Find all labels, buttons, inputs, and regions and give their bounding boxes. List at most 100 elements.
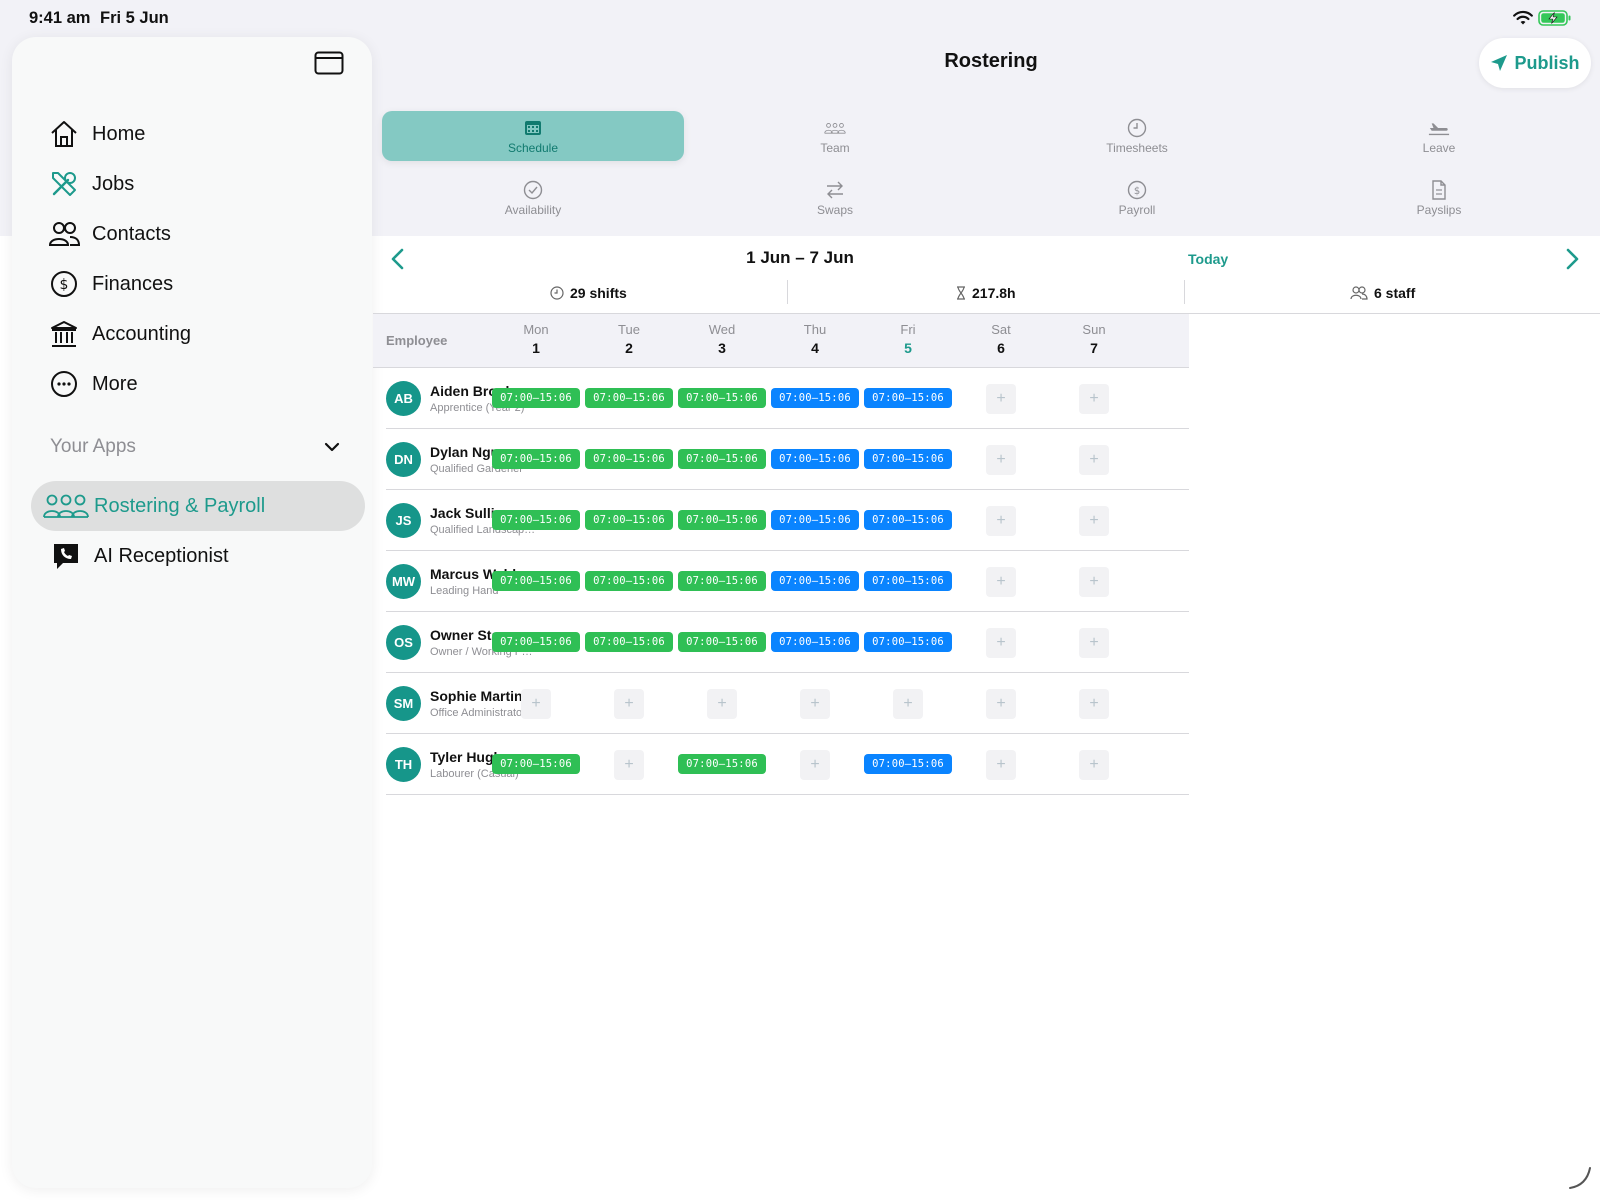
add-shift-button[interactable]: + [707, 689, 737, 719]
add-shift-button[interactable]: + [1079, 567, 1109, 597]
add-shift-button[interactable]: + [986, 628, 1016, 658]
add-shift-button[interactable]: + [1079, 384, 1109, 414]
add-shift-button[interactable]: + [986, 689, 1016, 719]
tab-swaps[interactable]: Swaps [684, 173, 986, 223]
shift-chip[interactable]: 07:00–15:06 [771, 632, 859, 652]
svg-text:$: $ [1134, 186, 1140, 197]
add-shift-button[interactable]: + [893, 689, 923, 719]
avatar[interactable]: MW [386, 564, 421, 599]
employee-name: Sophie Martin [430, 688, 523, 704]
tab-schedule[interactable]: Schedule [382, 111, 684, 161]
sidebar-item-contacts[interactable]: Contacts [48, 212, 171, 256]
shift-chip[interactable]: 07:00–15:06 [678, 449, 766, 469]
shift-chip[interactable]: 07:00–15:06 [864, 510, 952, 530]
shift-chip[interactable]: 07:00–15:06 [585, 388, 673, 408]
staff-count: 6 staff [1374, 285, 1416, 301]
app-item-label: AI Receptionist [94, 544, 229, 567]
app-item-rostering-payroll[interactable]: Rostering & Payroll [42, 484, 265, 528]
sidebar-toggle-icon[interactable] [314, 51, 344, 75]
avatar[interactable]: DN [386, 442, 421, 477]
shift-chip[interactable]: 07:00–15:06 [492, 632, 580, 652]
check-circle-icon [522, 180, 544, 200]
tab-leave[interactable]: Leave [1288, 111, 1590, 161]
shift-chip[interactable]: 07:00–15:06 [771, 388, 859, 408]
publish-button[interactable]: Publish [1479, 38, 1591, 88]
shift-chip[interactable]: 07:00–15:06 [771, 510, 859, 530]
avatar[interactable]: JS [386, 503, 421, 538]
add-shift-button[interactable]: + [986, 750, 1016, 780]
shift-chip[interactable]: 07:00–15:06 [678, 754, 766, 774]
add-shift-button[interactable]: + [800, 750, 830, 780]
shift-chip[interactable]: 07:00–15:06 [678, 632, 766, 652]
day-name: Fri [900, 322, 916, 337]
today-button[interactable]: Today [1188, 251, 1228, 267]
add-shift-button[interactable]: + [1079, 750, 1109, 780]
sidebar-item-accounting[interactable]: Accounting [48, 312, 191, 356]
sidebar-item-label: Finances [92, 272, 174, 295]
day-date: 7 [1090, 340, 1098, 356]
shift-chip[interactable]: 07:00–15:06 [492, 571, 580, 591]
shift-chip[interactable]: 07:00–15:06 [864, 571, 952, 591]
wifi-icon [1513, 10, 1533, 25]
shift-chip[interactable]: 07:00–15:06 [864, 754, 952, 774]
shift-chip[interactable]: 07:00–15:06 [678, 510, 766, 530]
add-shift-button[interactable]: + [986, 567, 1016, 597]
shift-chip[interactable]: 07:00–15:06 [492, 510, 580, 530]
shift-chip[interactable]: 07:00–15:06 [864, 449, 952, 469]
battery-charging-icon [1538, 10, 1571, 26]
shift-chip[interactable]: 07:00–15:06 [492, 449, 580, 469]
day-header-mon: Mon 1 [493, 322, 579, 356]
add-shift-button[interactable]: + [1079, 689, 1109, 719]
shift-chip[interactable]: 07:00–15:06 [492, 388, 580, 408]
shift-chip[interactable]: 07:00–15:06 [771, 449, 859, 469]
shift-chip[interactable]: 07:00–15:06 [585, 510, 673, 530]
resize-handle-icon[interactable] [1568, 1166, 1592, 1190]
your-apps-section-toggle[interactable]: Your Apps [50, 431, 340, 463]
previous-week-button[interactable] [388, 247, 408, 271]
tab-availability[interactable]: Availability [382, 173, 684, 223]
tab-payslips[interactable]: Payslips [1288, 173, 1590, 223]
add-shift-button[interactable]: + [986, 506, 1016, 536]
app-item-ai-receptionist[interactable]: AI Receptionist [42, 534, 229, 578]
sidebar-item-finances[interactable]: $ Finances [48, 262, 173, 306]
shift-chip[interactable]: 07:00–15:06 [678, 571, 766, 591]
add-shift-button[interactable]: + [986, 445, 1016, 475]
shifts-count: 29 shifts [570, 285, 627, 301]
hourglass-icon [957, 286, 965, 300]
day-name: Thu [803, 322, 827, 337]
shift-chip[interactable]: 07:00–15:06 [864, 388, 952, 408]
add-shift-button[interactable]: + [1079, 445, 1109, 475]
shift-chip[interactable]: 07:00–15:06 [585, 632, 673, 652]
shift-chip[interactable]: 07:00–15:06 [492, 754, 580, 774]
add-shift-button[interactable]: + [521, 689, 551, 719]
day-date: 6 [997, 340, 1005, 356]
day-header-fri: Fri 5 [865, 322, 951, 356]
tab-team[interactable]: Team [684, 111, 986, 161]
table-row: MW Marcus Webb Leading Hand 07:00–15:06 07:0… [386, 551, 1189, 612]
dollar-circle-icon: $ [1126, 180, 1148, 200]
avatar[interactable]: SM [386, 686, 421, 721]
avatar[interactable]: AB [386, 381, 421, 416]
add-shift-button[interactable]: + [986, 384, 1016, 414]
add-shift-button[interactable]: + [614, 689, 644, 719]
sidebar-item-home[interactable]: Home [48, 112, 145, 156]
next-week-button[interactable] [1562, 247, 1582, 271]
avatar[interactable]: TH [386, 747, 421, 782]
status-bar: 9:41 am Fri 5 Jun [0, 0, 1600, 36]
sidebar-item-jobs[interactable]: Jobs [48, 162, 134, 206]
add-shift-button[interactable]: + [1079, 506, 1109, 536]
shift-chip[interactable]: 07:00–15:06 [771, 571, 859, 591]
sidebar-item-more[interactable]: More [48, 362, 138, 406]
add-shift-button[interactable]: + [1079, 628, 1109, 658]
add-shift-button[interactable]: + [800, 689, 830, 719]
shift-chip[interactable]: 07:00–15:06 [678, 388, 766, 408]
add-shift-button[interactable]: + [614, 750, 644, 780]
tab-payroll[interactable]: $ Payroll [986, 173, 1288, 223]
tab-timesheets[interactable]: Timesheets [986, 111, 1288, 161]
avatar[interactable]: OS [386, 625, 421, 660]
roster-grid-header: Employee Mon 1 Tue 2 Wed 3 Thu 4 Fri 5 Sat 6 Sun 7 [373, 314, 1189, 368]
shift-chip[interactable]: 07:00–15:06 [864, 632, 952, 652]
people-icon [1350, 286, 1368, 300]
shift-chip[interactable]: 07:00–15:06 [585, 449, 673, 469]
shift-chip[interactable]: 07:00–15:06 [585, 571, 673, 591]
